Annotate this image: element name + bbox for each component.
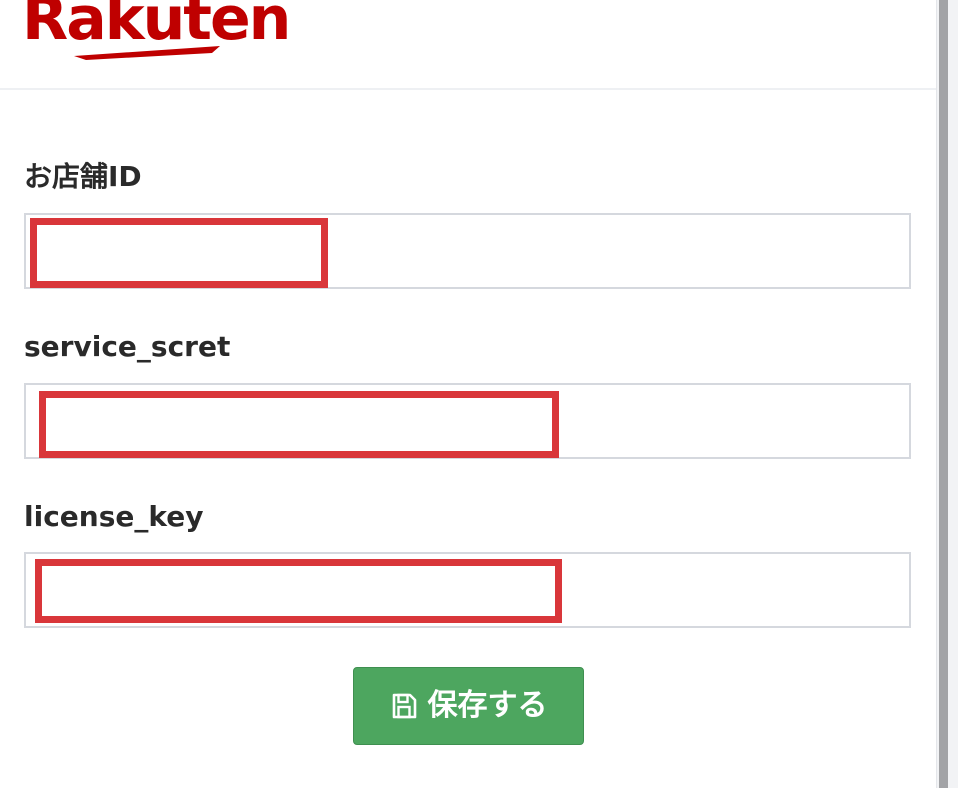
redaction-box — [39, 391, 559, 458]
page: Rakuten お店舗ID service_scret license_key … — [0, 0, 958, 788]
logo-swoosh-icon — [74, 46, 220, 60]
redaction-box — [30, 218, 328, 288]
redaction-box — [35, 559, 562, 623]
field-label-store-id: お店舗ID — [24, 160, 142, 193]
floppy-disk-icon — [392, 693, 416, 719]
scrollbar[interactable] — [937, 0, 958, 788]
save-button[interactable]: 保存する — [353, 667, 584, 745]
settings-panel: Rakuten お店舗ID service_scret license_key … — [0, 0, 937, 788]
save-button-label: 保存する — [427, 688, 548, 723]
scrollbar-thumb[interactable] — [939, 0, 948, 788]
field-label-service-secret: service_scret — [24, 330, 231, 363]
rakuten-logo: Rakuten — [22, 0, 291, 66]
header: Rakuten — [0, 0, 936, 90]
field-label-license-key: license_key — [24, 500, 204, 533]
